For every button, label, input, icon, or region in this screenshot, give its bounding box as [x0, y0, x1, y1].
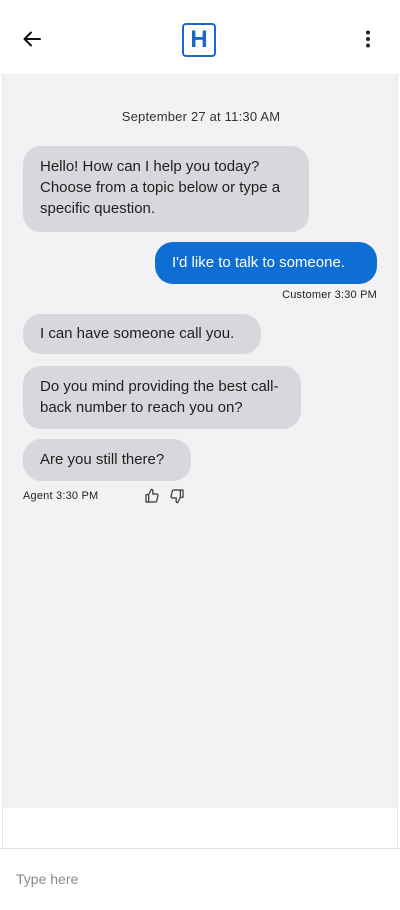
message-text: I can have someone call you.: [40, 325, 235, 342]
message-composer: [0, 848, 400, 910]
agent-message-bubble: I can have someone call you.: [23, 314, 261, 354]
arrow-left-icon: [23, 31, 41, 47]
thumbs-up-icon: [145, 488, 159, 503]
customer-message-meta: Customer 3:30 PM: [282, 289, 377, 301]
agent-message-meta: Agent 3:30 PM: [23, 490, 99, 502]
conversation-timestamp: September 27 at 11:30 AM: [121, 109, 281, 124]
vertical-dots-icon: [366, 30, 370, 48]
hospital-logo: H: [182, 23, 216, 57]
agent-message-bubble: Do you mind providing the best call-back…: [23, 366, 301, 429]
message-input[interactable]: [16, 867, 376, 891]
chat-transcript[interactable]: September 27 at 11:30 AM Hello! How can …: [2, 74, 398, 808]
more-options-button[interactable]: [356, 27, 380, 51]
logo-letter: H: [190, 26, 208, 53]
quick-replies-area: [2, 808, 398, 848]
message-text: Are you still there?: [40, 451, 165, 468]
agent-message-bubble: Hello! How can I help you today? Choose …: [23, 146, 309, 232]
thumbs-down-button[interactable]: [169, 488, 185, 504]
customer-message-bubble: I'd like to talk to someone.: [155, 242, 377, 284]
message-text: Do you mind providing the best call-back…: [40, 378, 279, 416]
back-button[interactable]: [20, 27, 44, 51]
thumbs-down-icon: [170, 489, 184, 504]
message-text: Hello! How can I help you today? Choose …: [40, 158, 281, 217]
thumbs-up-button[interactable]: [144, 488, 160, 504]
agent-message-bubble: Are you still there?: [23, 439, 191, 481]
message-text: I'd like to talk to someone.: [172, 254, 345, 271]
chat-header: H: [0, 0, 400, 74]
